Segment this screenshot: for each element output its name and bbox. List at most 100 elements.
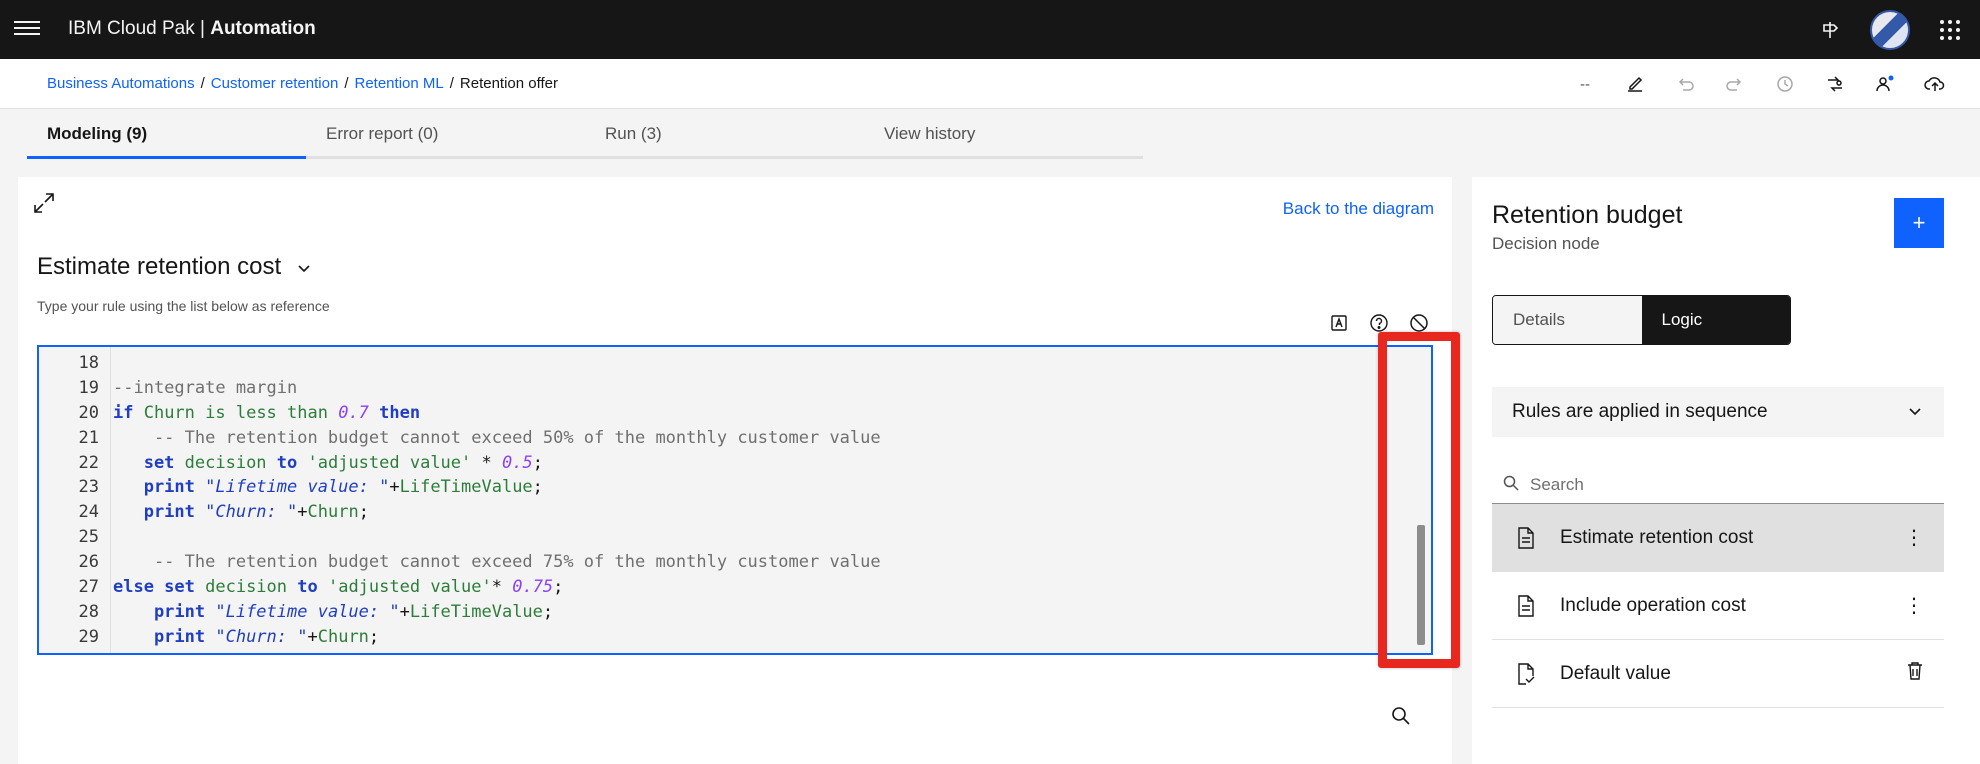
code-token: ; bbox=[368, 626, 380, 647]
rule-hint: Type your rule using the list below as r… bbox=[37, 298, 330, 314]
document-icon bbox=[1514, 526, 1538, 549]
node-title: Retention budget bbox=[1492, 201, 1683, 229]
code-line: 18 bbox=[39, 351, 1431, 376]
overflow-menu-icon[interactable]: ⋮ bbox=[1904, 525, 1924, 550]
breadcrumb-retention-ml[interactable]: Retention ML bbox=[355, 75, 444, 92]
code-token: else set bbox=[113, 577, 206, 598]
code-editor[interactable]: 18 19 --integrate margin 20 if Churn is less… bbox=[37, 345, 1433, 655]
list-item-estimate-retention-cost[interactable]: Estimate retention cost ⋮ bbox=[1492, 504, 1944, 572]
code-token: to bbox=[287, 577, 328, 598]
redo-icon[interactable] bbox=[1710, 59, 1760, 109]
code-text: print "Lifetime value: "+LifeTimeValue; bbox=[99, 600, 553, 625]
overflow-menu-icon[interactable]: ⋮ bbox=[1904, 593, 1924, 618]
subheader-bar: Business Automations / Customer retention /… bbox=[0, 59, 1980, 109]
code-line: 20 if Churn is less than 0.7 then bbox=[39, 401, 1431, 426]
brand-prefix: IBM Cloud Pak | bbox=[68, 18, 211, 39]
code-token: * bbox=[471, 452, 502, 473]
cloud-upload-icon[interactable] bbox=[1910, 59, 1960, 109]
code-token: Churn bbox=[143, 402, 195, 423]
code-token: + bbox=[297, 502, 308, 523]
history-icon[interactable] bbox=[1760, 59, 1810, 109]
edit-icon[interactable] bbox=[1610, 59, 1660, 109]
code-line: 19 --integrate margin bbox=[39, 376, 1431, 401]
search-placeholder: Search bbox=[1530, 475, 1584, 494]
code-token: 0.7 bbox=[338, 402, 369, 423]
back-to-diagram-link[interactable]: Back to the diagram bbox=[1283, 199, 1434, 219]
breadcrumb-separator: / bbox=[200, 75, 205, 92]
code-text: print "Churn: "+Churn; bbox=[99, 500, 369, 525]
code-token: + bbox=[389, 477, 400, 498]
add-rule-button[interactable]: + bbox=[1894, 198, 1944, 248]
tab-run[interactable]: Run (3) bbox=[585, 110, 864, 159]
rule-selector[interactable]: Estimate retention cost bbox=[37, 253, 311, 281]
tab-modeling[interactable]: Modeling (9) bbox=[27, 110, 306, 159]
compare-users-icon[interactable] bbox=[1810, 59, 1860, 109]
code-text: set decision to 'adjusted value' * 0.5; bbox=[99, 451, 543, 476]
code-text: --integrate margin bbox=[99, 376, 297, 401]
line-number: 19 bbox=[78, 377, 99, 398]
code-token: + bbox=[399, 601, 410, 622]
line-number: 27 bbox=[78, 577, 99, 598]
code-token: Churn bbox=[307, 502, 359, 523]
tab-list: Modeling (9) Error report (0) Run (3) Vi… bbox=[27, 110, 1147, 159]
code-token: LifeTimeValue bbox=[399, 477, 533, 498]
rule-title: Estimate retention cost bbox=[37, 253, 282, 280]
code-token: then bbox=[368, 402, 421, 423]
autocomplete-icon[interactable] bbox=[1326, 310, 1352, 336]
rule-label: Estimate retention cost bbox=[1560, 526, 1754, 548]
list-item-include-operation-cost[interactable]: Include operation cost ⋮ bbox=[1492, 572, 1944, 640]
code-token: is less than bbox=[194, 402, 339, 423]
code-token: --integrate margin bbox=[113, 377, 298, 398]
code-text: print "Churn: "+Churn; bbox=[99, 625, 379, 650]
product-name[interactable]: IBM Cloud Pak | Automation bbox=[68, 18, 316, 40]
code-token: if bbox=[113, 402, 144, 423]
code-token: "Churn: " bbox=[205, 502, 298, 523]
line-number: 18 bbox=[78, 353, 99, 373]
code-token: 'adjusted value' bbox=[307, 452, 472, 473]
rule-order-dropdown[interactable]: Rules are applied in sequence bbox=[1492, 387, 1944, 437]
rule-editor-panel: Back to the diagram Estimate retention c… bbox=[18, 177, 1452, 764]
breadcrumb-separator: / bbox=[449, 75, 454, 92]
search-icon[interactable] bbox=[1390, 705, 1412, 732]
node-details-panel: Retention budget Decision node + Details… bbox=[1472, 177, 1980, 764]
code-text: -- The retention budget cannot exceed 50… bbox=[99, 426, 881, 451]
code-text: -- The retention budget cannot exceed 75… bbox=[99, 550, 881, 575]
pin-icon[interactable] bbox=[1800, 0, 1860, 59]
breadcrumb: Business Automations / Customer retention /… bbox=[47, 75, 558, 93]
details-logic-switch: Details Logic bbox=[1492, 295, 1791, 345]
code-line: 27 else set decision to 'adjusted value'*… bbox=[39, 575, 1431, 600]
code-token: ; bbox=[553, 577, 564, 598]
avatar[interactable] bbox=[1860, 0, 1920, 59]
list-item-default-value[interactable]: Default value bbox=[1492, 640, 1944, 708]
code-token: ; bbox=[358, 502, 369, 523]
code-token: ; bbox=[532, 477, 543, 498]
app-switcher-icon[interactable] bbox=[1920, 0, 1980, 59]
menu-icon[interactable] bbox=[14, 17, 40, 41]
tab-view-history[interactable]: View history bbox=[864, 110, 1143, 159]
code-token: ; bbox=[532, 452, 543, 473]
code-token: 0.5 bbox=[501, 452, 533, 473]
rule-search[interactable]: Search bbox=[1492, 467, 1944, 504]
rule-order-value: Rules are applied in sequence bbox=[1512, 401, 1768, 422]
line-number: 24 bbox=[78, 502, 99, 523]
brand-bold: Automation bbox=[210, 18, 316, 39]
expand-icon[interactable] bbox=[32, 191, 56, 220]
line-number: 25 bbox=[78, 527, 99, 548]
code-token: -- The retention budget cannot exceed 50… bbox=[113, 427, 881, 448]
undo-icon[interactable] bbox=[1660, 59, 1710, 109]
rule-list: Estimate retention cost ⋮ Include operat… bbox=[1492, 504, 1944, 708]
tab-error-report[interactable]: Error report (0) bbox=[306, 110, 585, 159]
breadcrumb-business-automations[interactable]: Business Automations bbox=[47, 75, 195, 92]
switch-details[interactable]: Details bbox=[1493, 296, 1642, 344]
code-line: 23 print "Lifetime value: "+LifeTimeValu… bbox=[39, 475, 1431, 500]
trash-icon[interactable] bbox=[1906, 661, 1924, 687]
code-line: 21 -- The retention budget cannot exceed… bbox=[39, 426, 1431, 451]
user-notification-icon[interactable] bbox=[1860, 59, 1910, 109]
code-token: set bbox=[113, 452, 185, 473]
line-number: 22 bbox=[78, 452, 99, 473]
switch-logic[interactable]: Logic bbox=[1641, 296, 1790, 344]
code-token: Churn bbox=[317, 626, 369, 647]
document-icon bbox=[1514, 594, 1538, 617]
breadcrumb-customer-retention[interactable]: Customer retention bbox=[211, 75, 339, 92]
